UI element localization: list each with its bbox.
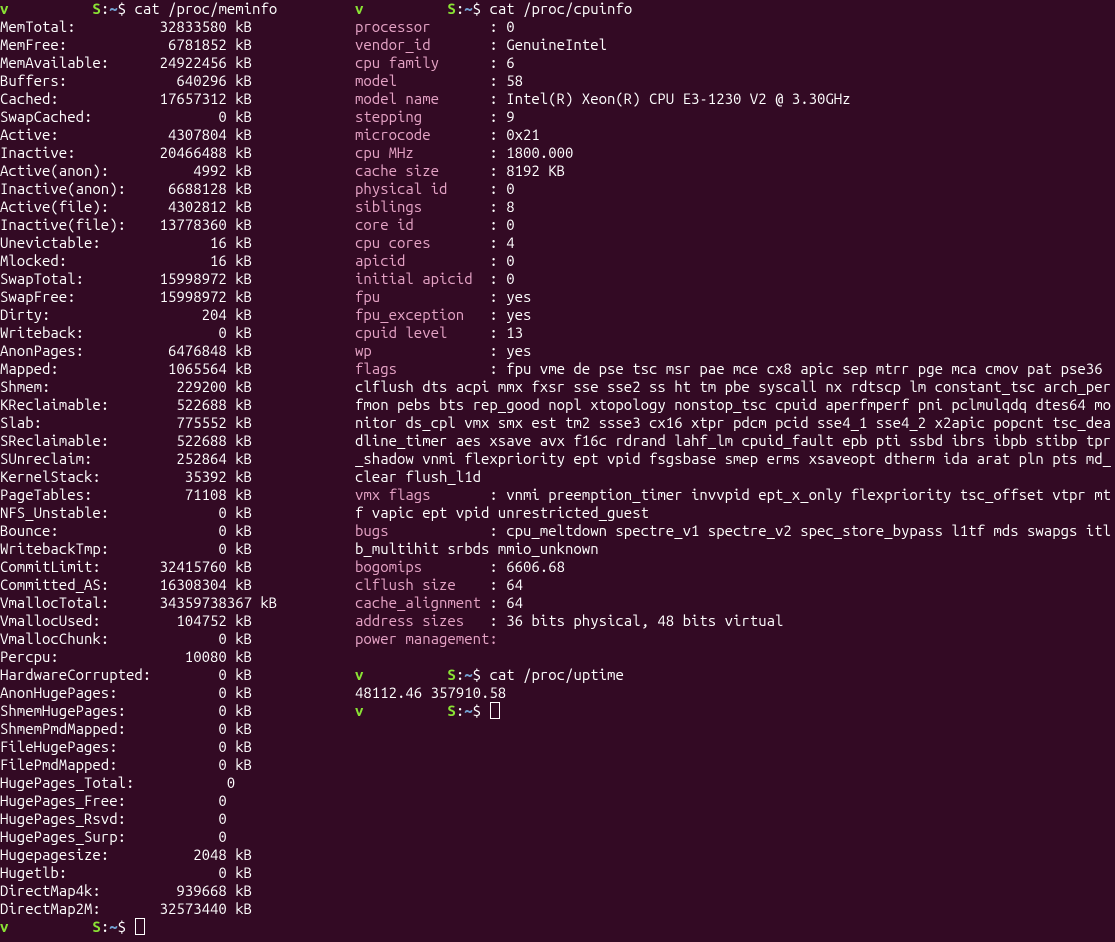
meminfo-row: HugePages_Surp: 0 — [0, 828, 355, 846]
meminfo-row: FilePmdMapped: 0 kB — [0, 756, 355, 774]
meminfo-row: Active(anon): 4992 kB — [0, 162, 355, 180]
meminfo-row: SwapFree: 15998972 kB — [0, 288, 355, 306]
prompt-line[interactable]: v S:~$ cat /proc/meminfo — [0, 0, 355, 18]
meminfo-row: Inactive(file): 13778360 kB — [0, 216, 355, 234]
meminfo-row: HardwareCorrupted: 0 kB — [0, 666, 355, 684]
command-text: cat /proc/cpuinfo — [489, 0, 632, 17]
meminfo-row: Cached: 17657312 kB — [0, 90, 355, 108]
cpuinfo-row: cpu family : 6 — [355, 54, 1115, 72]
cpuinfo-row: model name : Intel(R) Xeon(R) CPU E3-123… — [355, 90, 1115, 108]
cpuinfo-row: processor : 0 — [355, 18, 1115, 36]
prompt-line[interactable]: v S:~$ — [0, 918, 355, 936]
cpuinfo-row: model : 58 — [355, 72, 1115, 90]
meminfo-row: Writeback: 0 kB — [0, 324, 355, 342]
meminfo-row: VmallocTotal: 34359738367 kB — [0, 594, 355, 612]
cursor — [135, 918, 145, 935]
meminfo-row: Percpu: 10080 kB — [0, 648, 355, 666]
cpuinfo-row: cpu MHz : 1800.000 — [355, 144, 1115, 162]
cpuinfo-bugs: bugs : cpu_meltdown spectre_v1 spectre_v… — [355, 522, 1115, 558]
meminfo-row: AnonPages: 6476848 kB — [0, 342, 355, 360]
cpuinfo-row: wp : yes — [355, 342, 1115, 360]
meminfo-row: Inactive(anon): 6688128 kB — [0, 180, 355, 198]
blank-line — [355, 648, 1115, 666]
cpuinfo-row: vendor_id : GenuineIntel — [355, 36, 1115, 54]
meminfo-row: NFS_Unstable: 0 kB — [0, 504, 355, 522]
uptime-output: 48112.46 357910.58 — [355, 684, 1115, 702]
meminfo-row: KernelStack: 35392 kB — [0, 468, 355, 486]
meminfo-row: ShmemHugePages: 0 kB — [0, 702, 355, 720]
meminfo-row: KReclaimable: 522688 kB — [0, 396, 355, 414]
cpuinfo-row: clflush size : 64 — [355, 576, 1115, 594]
meminfo-row: AnonHugePages: 0 kB — [0, 684, 355, 702]
meminfo-row: FileHugePages: 0 kB — [0, 738, 355, 756]
meminfo-row: SReclaimable: 522688 kB — [0, 432, 355, 450]
meminfo-row: ShmemPmdMapped: 0 kB — [0, 720, 355, 738]
cpuinfo-row: power management: — [355, 630, 1115, 648]
meminfo-row: Committed_AS: 16308304 kB — [0, 576, 355, 594]
meminfo-row: MemTotal: 32833580 kB — [0, 18, 355, 36]
cpuinfo-row: apicid : 0 — [355, 252, 1115, 270]
meminfo-row: DirectMap4k: 939668 kB — [0, 882, 355, 900]
meminfo-row: WritebackTmp: 0 kB — [0, 540, 355, 558]
cpuinfo-row: cpuid level : 13 — [355, 324, 1115, 342]
meminfo-row: MemAvailable: 24922456 kB — [0, 54, 355, 72]
cpuinfo-row: core id : 0 — [355, 216, 1115, 234]
meminfo-row: MemFree: 6781852 kB — [0, 36, 355, 54]
cpuinfo-row: bogomips : 6606.68 — [355, 558, 1115, 576]
prompt-line[interactable]: v S:~$ cat /proc/cpuinfo — [355, 0, 1115, 18]
prompt-line[interactable]: v S:~$ — [355, 702, 1115, 720]
cpuinfo-row: microcode : 0x21 — [355, 126, 1115, 144]
meminfo-row: PageTables: 71108 kB — [0, 486, 355, 504]
cpuinfo-row: siblings : 8 — [355, 198, 1115, 216]
meminfo-row: Slab: 775552 kB — [0, 414, 355, 432]
terminal-pane-right[interactable]: v S:~$ cat /proc/cpuinfoprocessor : 0ven… — [355, 0, 1115, 942]
meminfo-row: Hugepagesize: 2048 kB — [0, 846, 355, 864]
meminfo-row: HugePages_Free: 0 — [0, 792, 355, 810]
cpuinfo-flags: flags : fpu vme de pse tsc msr pae mce c… — [355, 360, 1115, 486]
cpuinfo-vmx-flags: vmx flags : vnmi preemption_timer invvpi… — [355, 486, 1115, 522]
command-text: cat /proc/uptime — [489, 666, 623, 683]
meminfo-row: Bounce: 0 kB — [0, 522, 355, 540]
meminfo-row: VmallocUsed: 104752 kB — [0, 612, 355, 630]
meminfo-row: Shmem: 229200 kB — [0, 378, 355, 396]
cpuinfo-row: physical id : 0 — [355, 180, 1115, 198]
cpuinfo-row: cache size : 8192 KB — [355, 162, 1115, 180]
meminfo-row: SwapTotal: 15998972 kB — [0, 270, 355, 288]
meminfo-row: Active: 4307804 kB — [0, 126, 355, 144]
cpuinfo-row: cache_alignment : 64 — [355, 594, 1115, 612]
meminfo-row: CommitLimit: 32415760 kB — [0, 558, 355, 576]
cursor — [490, 702, 500, 719]
meminfo-row: Dirty: 204 kB — [0, 306, 355, 324]
meminfo-row: Active(file): 4302812 kB — [0, 198, 355, 216]
meminfo-row: HugePages_Total: 0 — [0, 774, 355, 792]
command-text: cat /proc/meminfo — [134, 0, 277, 17]
meminfo-row: Mlocked: 16 kB — [0, 252, 355, 270]
meminfo-row: SwapCached: 0 kB — [0, 108, 355, 126]
meminfo-row: Hugetlb: 0 kB — [0, 864, 355, 882]
meminfo-row: HugePages_Rsvd: 0 — [0, 810, 355, 828]
cpuinfo-row: address sizes : 36 bits physical, 48 bit… — [355, 612, 1115, 630]
cpuinfo-row: fpu : yes — [355, 288, 1115, 306]
meminfo-row: Unevictable: 16 kB — [0, 234, 355, 252]
meminfo-row: DirectMap2M: 32573440 kB — [0, 900, 355, 918]
meminfo-row: Mapped: 1065564 kB — [0, 360, 355, 378]
cpuinfo-row: stepping : 9 — [355, 108, 1115, 126]
meminfo-row: VmallocChunk: 0 kB — [0, 630, 355, 648]
meminfo-row: SUnreclaim: 252864 kB — [0, 450, 355, 468]
terminal-pane-left[interactable]: v S:~$ cat /proc/meminfoMemTotal: 328335… — [0, 0, 355, 942]
cpuinfo-row: initial apicid : 0 — [355, 270, 1115, 288]
prompt-line[interactable]: v S:~$ cat /proc/uptime — [355, 666, 1115, 684]
meminfo-row: Buffers: 640296 kB — [0, 72, 355, 90]
meminfo-row: Inactive: 20466488 kB — [0, 144, 355, 162]
terminal-screen[interactable]: v S:~$ cat /proc/meminfoMemTotal: 328335… — [0, 0, 1115, 942]
cpuinfo-row: cpu cores : 4 — [355, 234, 1115, 252]
cpuinfo-row: fpu_exception : yes — [355, 306, 1115, 324]
